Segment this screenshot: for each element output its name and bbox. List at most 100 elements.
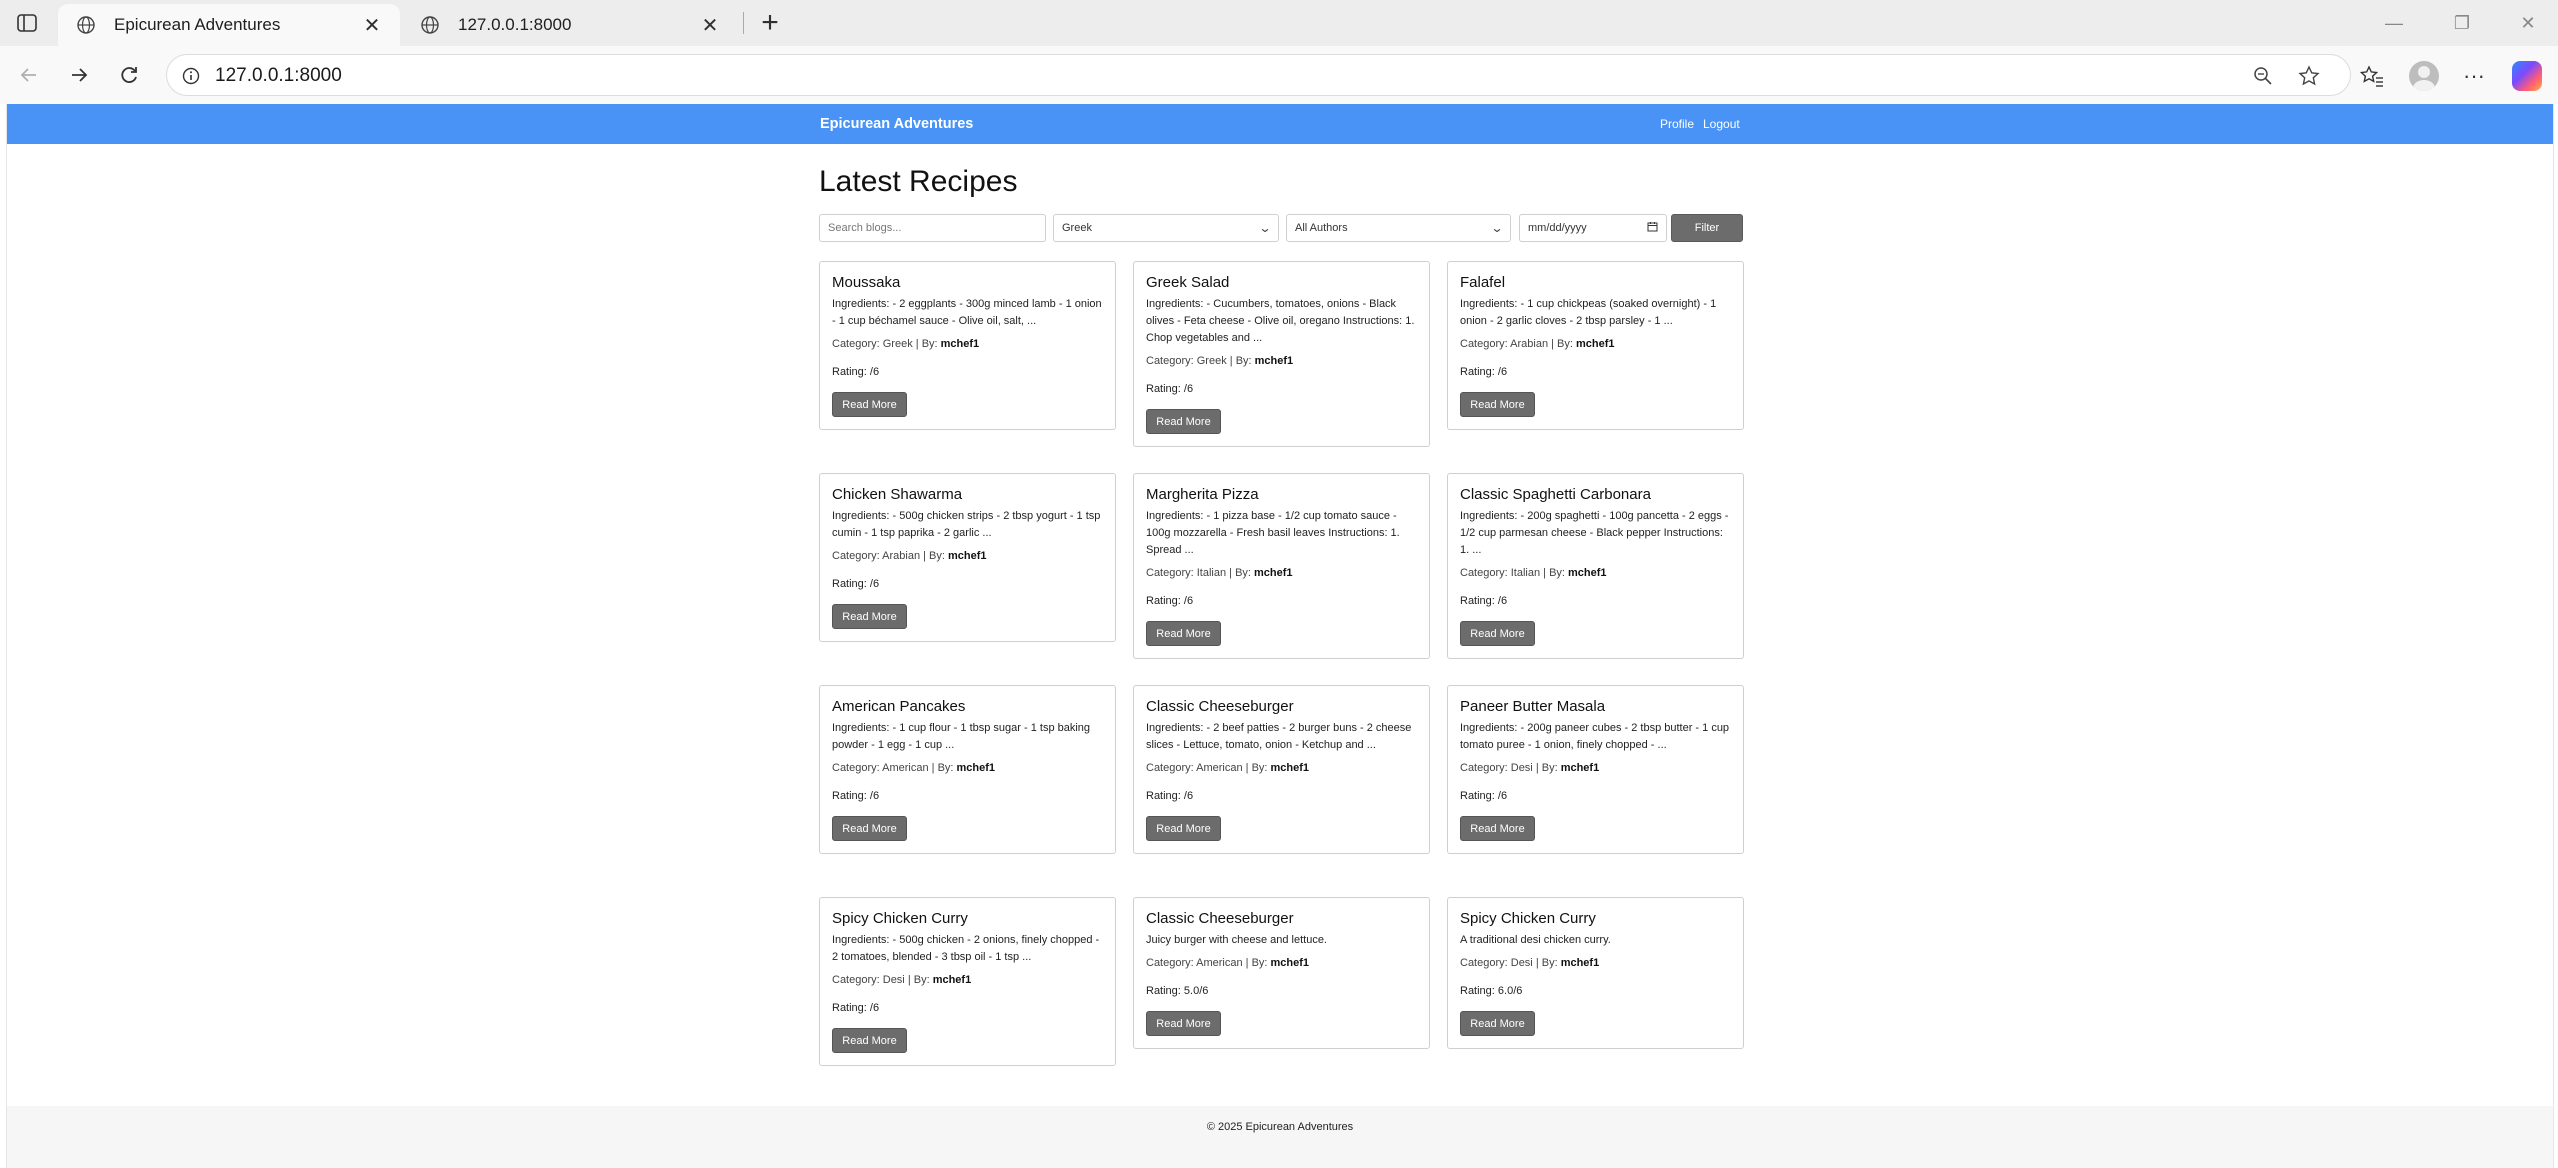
reload-icon[interactable] xyxy=(114,60,144,90)
read-more-button[interactable]: Read More xyxy=(1460,392,1535,417)
read-more-button[interactable]: Read More xyxy=(1460,816,1535,841)
read-more-button[interactable]: Read More xyxy=(1146,409,1221,434)
forward-icon[interactable] xyxy=(64,60,94,90)
recipe-card: Greek Salad Ingredients: - Cucumbers, tom… xyxy=(1133,261,1430,447)
recipe-description: Ingredients: - 2 beef patties - 2 burger… xyxy=(1146,722,1412,751)
category-select[interactable]: Greek ⌄ xyxy=(1053,214,1279,242)
recipe-title: Spicy Chicken Curry xyxy=(832,910,968,927)
by-prefix: | By: xyxy=(1532,762,1561,774)
recipe-meta: Category: American | By: mchef1 xyxy=(832,760,1103,777)
recipe-category: American xyxy=(882,762,929,774)
recipe-description: Ingredients: - 200g paneer cubes - 2 tbs… xyxy=(1460,722,1730,751)
date-input[interactable]: mm/dd/yyyy xyxy=(1519,214,1667,242)
chevron-down-icon: ⌄ xyxy=(1258,221,1272,235)
address-bar[interactable]: 127.0.0.1:8000 xyxy=(166,54,2351,96)
read-more-button[interactable]: Read More xyxy=(832,604,907,629)
favorite-star-icon[interactable] xyxy=(2297,64,2321,88)
recipe-author: mchef1 xyxy=(1575,338,1615,350)
recipe-meta: Category: American | By: mchef1 xyxy=(1146,760,1417,777)
by-prefix: | By: xyxy=(1242,762,1271,774)
recipe-author: mchef1 xyxy=(1254,567,1293,579)
recipe-title: Classic Cheeseburger xyxy=(1146,698,1294,715)
recipe-card: Falafel Ingredients: - 1 cup chickpeas (s… xyxy=(1447,261,1744,430)
back-icon[interactable] xyxy=(14,60,44,90)
new-tab-icon[interactable]: + xyxy=(754,6,786,39)
recipe-meta: Category: Italian | By: mchef1 xyxy=(1146,565,1417,582)
recipe-description: Ingredients: - 2 eggplants - 300g minced… xyxy=(832,298,1102,327)
site-brand[interactable]: Epicurean Adventures xyxy=(820,116,973,132)
recipe-description: Ingredients: - 1 cup chickpeas (soaked o… xyxy=(1460,298,1717,327)
tab-localhost[interactable]: 127.0.0.1:8000 ✕ xyxy=(402,4,738,46)
recipe-description: Ingredients: - 500g chicken strips - 2 t… xyxy=(832,510,1101,539)
read-more-button[interactable]: Read More xyxy=(832,1028,907,1053)
read-more-button[interactable]: Read More xyxy=(832,816,907,841)
filter-button[interactable]: Filter xyxy=(1671,214,1743,242)
recipe-description: Ingredients: - 500g chicken - 2 onions, … xyxy=(832,934,1100,963)
recipe-card: Paneer Butter Masala Ingredients: - 200g … xyxy=(1447,685,1744,854)
recipe-category: Italian xyxy=(1510,567,1541,579)
recipe-title: Greek Salad xyxy=(1146,274,1230,291)
recipe-rating: Rating: /6 xyxy=(1460,366,1508,378)
recipe-description: Ingredients: - 1 cup flour - 1 tbsp suga… xyxy=(832,722,1091,751)
logout-link[interactable]: Logout xyxy=(1703,117,1740,131)
recipe-rating: Rating: /6 xyxy=(832,366,880,378)
read-more-button[interactable]: Read More xyxy=(1146,621,1221,646)
recipe-category: American xyxy=(1196,957,1243,969)
favorites-icon[interactable] xyxy=(2356,60,2388,92)
recipe-meta: Category: Desi | By: mchef1 xyxy=(832,972,1103,989)
close-window-icon[interactable]: ✕ xyxy=(2508,8,2548,38)
zoom-icon[interactable] xyxy=(2251,64,2275,88)
chevron-down-icon: ⌄ xyxy=(1490,221,1504,235)
recipe-card: Spicy Chicken Curry A traditional desi ch… xyxy=(1447,897,1744,1049)
by-prefix: | By: xyxy=(1532,957,1561,969)
category-prefix: Category: xyxy=(1460,567,1511,579)
category-prefix: Category: xyxy=(1460,762,1511,774)
author-select[interactable]: All Authors ⌄ xyxy=(1286,214,1511,242)
recipe-rating: Rating: /6 xyxy=(1460,790,1508,802)
recipe-author: mchef1 xyxy=(1568,567,1607,579)
profile-link[interactable]: Profile xyxy=(1660,117,1694,131)
recipe-description: Ingredients: - 1 pizza base - 1/2 cup to… xyxy=(1146,510,1400,556)
recipe-author: mchef1 xyxy=(1270,762,1310,774)
category-prefix: Category: xyxy=(832,974,883,986)
recipe-title: Classic Cheeseburger xyxy=(1146,910,1294,927)
profile-avatar-icon[interactable] xyxy=(2408,60,2440,92)
by-prefix: | By: xyxy=(1226,355,1255,367)
by-prefix: | By: xyxy=(1242,957,1271,969)
read-more-button[interactable]: Read More xyxy=(1460,621,1535,646)
site-info-icon[interactable] xyxy=(179,64,203,88)
page-viewport: Epicurean Adventures Profile Logout Late… xyxy=(6,104,2554,1168)
more-options-icon[interactable]: ··· xyxy=(2458,60,2490,92)
read-more-button[interactable]: Read More xyxy=(832,392,907,417)
read-more-button[interactable]: Read More xyxy=(1146,816,1221,841)
recipe-category: Desi xyxy=(882,974,905,986)
recipe-title: American Pancakes xyxy=(832,698,966,715)
recipe-rating: Rating: /6 xyxy=(1146,790,1194,802)
category-prefix: Category: xyxy=(832,550,883,562)
category-prefix: Category: xyxy=(1460,338,1511,350)
minimize-icon[interactable]: — xyxy=(2374,8,2414,38)
tab-epicurean-adventures[interactable]: Epicurean Adventures ✕ xyxy=(58,4,400,46)
close-tab-icon[interactable]: ✕ xyxy=(698,13,722,37)
recipe-author: mchef1 xyxy=(956,762,996,774)
recipe-card: Spicy Chicken Curry Ingredients: - 500g c… xyxy=(819,897,1116,1066)
recipe-rating: Rating: /6 xyxy=(1146,595,1194,607)
read-more-button[interactable]: Read More xyxy=(1146,1011,1221,1036)
by-prefix: | By: xyxy=(1548,338,1576,350)
copilot-icon[interactable] xyxy=(2511,60,2543,92)
close-tab-icon[interactable]: ✕ xyxy=(360,13,384,37)
site-navbar: Epicurean Adventures Profile Logout xyxy=(7,104,2553,144)
author-selected: All Authors xyxy=(1295,222,1348,234)
recipe-card: Margherita Pizza Ingredients: - 1 pizza b… xyxy=(1133,473,1430,659)
sidebar-toggle-icon[interactable] xyxy=(14,11,40,35)
category-prefix: Category: xyxy=(1146,957,1197,969)
calendar-icon[interactable] xyxy=(1647,221,1658,235)
restore-icon[interactable]: ❐ xyxy=(2442,8,2482,38)
recipe-card: Classic Spaghetti Carbonara Ingredients: … xyxy=(1447,473,1744,659)
search-input[interactable]: Search blogs... xyxy=(819,214,1046,242)
recipe-author: mchef1 xyxy=(1560,762,1600,774)
recipe-description: A traditional desi chicken curry. xyxy=(1460,934,1611,946)
by-prefix: | By: xyxy=(1226,567,1255,579)
read-more-button[interactable]: Read More xyxy=(1460,1011,1535,1036)
recipe-title: Moussaka xyxy=(832,274,901,291)
